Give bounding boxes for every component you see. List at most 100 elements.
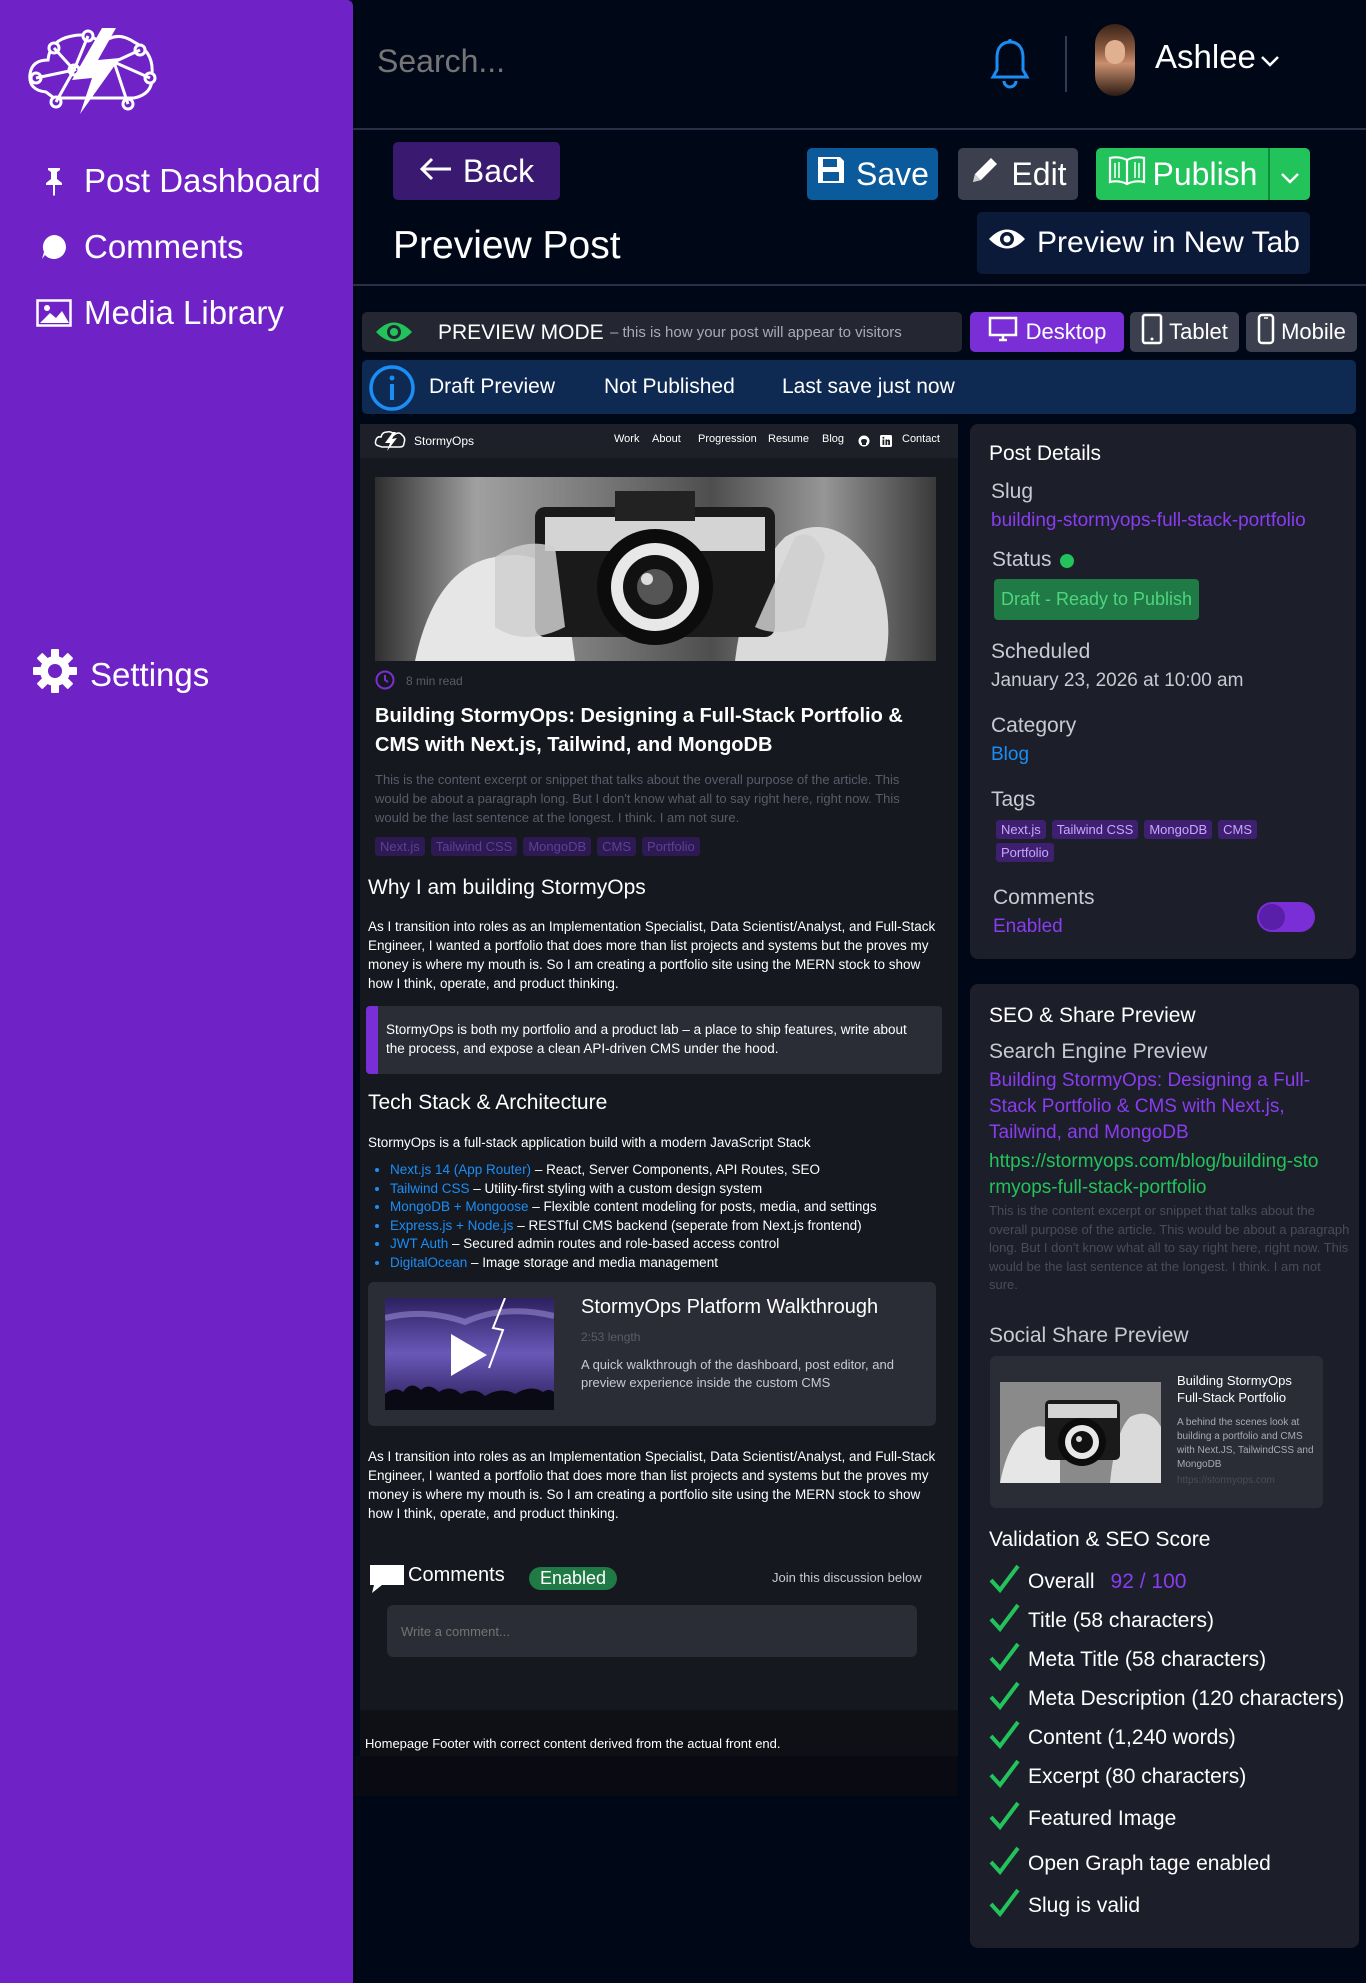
preview-new-tab-button[interactable]: Preview in New Tab <box>977 212 1310 274</box>
seo-score: 92 / 100 <box>1110 1569 1187 1593</box>
chevron-down-icon <box>1280 156 1300 193</box>
pin-icon <box>36 166 72 196</box>
tag[interactable]: Tailwind CSS <box>430 837 518 856</box>
comments-setting-value: Enabled <box>993 916 1063 937</box>
preview-frame-bottom <box>355 1756 957 1796</box>
sidebar-item-comments[interactable]: Comments <box>36 228 244 266</box>
tech-name[interactable]: JWT Auth <box>390 1236 448 1251</box>
tag[interactable]: Portfolio <box>996 843 1054 862</box>
status-label: Status <box>992 548 1052 571</box>
post-paragraph: As I transition into roles as an Impleme… <box>368 919 936 991</box>
site-nav-contact[interactable]: Contact <box>902 433 940 445</box>
eye-icon <box>987 226 1027 260</box>
comments-heading: Comments <box>408 1564 505 1586</box>
search-preview-title[interactable]: Building StormyOps: Designing a Full-Sta… <box>989 1068 1329 1146</box>
publish-button[interactable]: Publish <box>1096 148 1268 200</box>
checkmark-icon <box>988 1845 1020 1883</box>
post-paragraph: As I transition into roles as an Impleme… <box>368 1449 936 1521</box>
tech-desc: – Utility-first styling with a custom de… <box>469 1180 763 1196</box>
tech-name[interactable]: MongoDB + Mongoose <box>390 1199 528 1214</box>
stormyops-logo-icon[interactable] <box>24 22 159 117</box>
tech-name[interactable]: Tailwind CSS <box>390 1181 470 1196</box>
tag[interactable]: Tailwind CSS <box>1051 820 1139 839</box>
publish-state-label: Not Published <box>604 375 735 398</box>
draft-preview-label: Draft Preview <box>429 375 556 398</box>
social-card-url: https://stormyops.com <box>1177 1475 1275 1486</box>
section-heading-why: Why I am building StormyOps <box>368 876 646 899</box>
video-card[interactable]: StormyOps Platform Walkthrough 2:53 leng… <box>368 1282 936 1426</box>
app-root: Post Dashboard Comments Media Library Se… <box>0 0 1366 1983</box>
image-icon <box>36 299 72 327</box>
sidebar-item-settings[interactable]: Settings <box>32 648 209 702</box>
tag[interactable]: MongoDB <box>523 837 592 856</box>
validation-item-label: Open Graph tage enabled <box>1028 1851 1271 1875</box>
device-tablet-button[interactable]: Tablet <box>1130 312 1239 352</box>
checkmark-icon <box>988 1602 1020 1640</box>
tag[interactable]: Portfolio <box>642 837 700 856</box>
status-badge[interactable]: Draft - Ready to Publish <box>994 579 1199 620</box>
linkedin-icon[interactable] <box>880 434 892 452</box>
gear-icon <box>32 648 78 702</box>
video-thumbnail[interactable] <box>385 1298 554 1410</box>
edit-button[interactable]: Edit <box>958 148 1078 200</box>
site-brand[interactable]: StormyOps <box>414 434 474 448</box>
section-heading-tech: Tech Stack & Architecture <box>368 1091 608 1114</box>
tag[interactable]: Next.js <box>996 820 1046 839</box>
comment-input[interactable] <box>387 1605 917 1657</box>
sidebar: Post Dashboard Comments Media Library Se… <box>0 0 353 1983</box>
search-input[interactable] <box>377 35 937 87</box>
tag[interactable]: MongoDB <box>1144 820 1213 839</box>
checkmark-icon <box>988 1680 1020 1718</box>
sidebar-item-post-dashboard[interactable]: Post Dashboard <box>36 162 321 200</box>
search-preview-url[interactable]: https://stormyops.com/blog/building-stor… <box>989 1149 1319 1201</box>
comments-toggle[interactable] <box>1257 902 1315 932</box>
site-nav-work[interactable]: Work <box>614 433 639 445</box>
slug-value[interactable]: building-stormyops-full-stack-portfolio <box>991 510 1306 532</box>
publish-dropdown-button[interactable] <box>1270 148 1310 200</box>
scheduled-value: January 23, 2026 at 10:00 am <box>991 670 1244 691</box>
validation-item-label: Excerpt (80 characters) <box>1028 1764 1247 1788</box>
github-icon[interactable] <box>858 434 870 452</box>
category-value[interactable]: Blog <box>991 744 1029 766</box>
back-button[interactable]: Back <box>393 142 560 200</box>
avatar[interactable] <box>1095 24 1135 96</box>
publish-split-button: Publish <box>1096 148 1310 200</box>
checkmark-icon <box>988 1887 1020 1925</box>
back-label: Back <box>462 152 535 189</box>
social-share-card[interactable]: Building StormyOps Full-Stack Portfolio … <box>990 1356 1323 1508</box>
tech-name[interactable]: Express.js + Node.js <box>390 1218 513 1233</box>
overall-label: Overall <box>1028 1569 1095 1593</box>
sidebar-item-media-library[interactable]: Media Library <box>36 294 284 332</box>
social-card-image <box>1000 1382 1161 1483</box>
footer-text: Homepage Footer with correct content der… <box>365 1736 781 1751</box>
device-mobile-button[interactable]: Mobile <box>1246 312 1357 352</box>
site-nav-progression[interactable]: Progression <box>698 433 757 445</box>
clock-icon <box>375 670 395 695</box>
play-icon[interactable] <box>451 1334 487 1376</box>
sidebar-item-label: Post Dashboard <box>84 162 321 199</box>
tech-name[interactable]: DigitalOcean <box>390 1255 467 1270</box>
site-nav-blog[interactable]: Blog <box>822 433 844 445</box>
video-title[interactable]: StormyOps Platform Walkthrough <box>581 1296 878 1319</box>
save-button[interactable]: Save <box>807 148 938 200</box>
bell-icon[interactable] <box>990 38 1030 95</box>
list-item: DigitalOcean – Image storage and media m… <box>390 1254 943 1273</box>
read-time: 8 min read <box>406 674 463 688</box>
site-nav-about[interactable]: About <box>652 433 681 445</box>
tech-desc: – Flexible content modeling for posts, m… <box>528 1199 877 1214</box>
tag[interactable]: Next.js <box>375 837 425 856</box>
list-item: JWT Auth – Secured admin routes and role… <box>390 1235 943 1254</box>
preview-mode-hint: – this is how your post will appear to v… <box>610 324 902 341</box>
device-desktop-button[interactable]: Desktop <box>970 312 1124 352</box>
comments-setting-label: Comments <box>993 886 1095 909</box>
tag[interactable]: CMS <box>597 837 637 856</box>
site-nav-resume[interactable]: Resume <box>768 433 809 445</box>
checkmark-icon <box>988 1641 1020 1679</box>
tag[interactable]: CMS <box>1218 820 1258 839</box>
tech-name[interactable]: Next.js 14 (App Router) <box>390 1162 531 1177</box>
sidebar-item-label: Comments <box>84 228 244 265</box>
validation-item-label: Meta Title (58 characters) <box>1028 1647 1267 1671</box>
edit-label: Edit <box>1011 155 1067 192</box>
stormyops-logo-icon[interactable] <box>374 430 406 457</box>
user-menu[interactable]: Ashlee <box>1155 38 1280 76</box>
